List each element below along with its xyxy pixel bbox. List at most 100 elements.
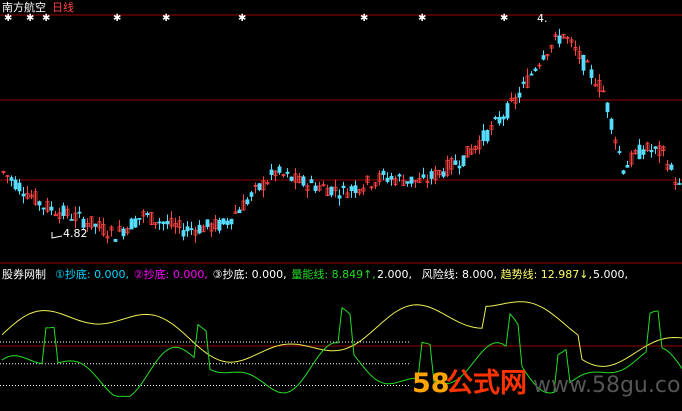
- candle-body: [421, 174, 426, 178]
- candle-body: [229, 218, 234, 225]
- candle-body: [669, 164, 674, 170]
- legend-item: 2.000,: [377, 268, 412, 281]
- legend-item: 风险线: 8.000,: [422, 267, 497, 281]
- candle-body: [69, 218, 74, 221]
- candle-body: [301, 176, 306, 186]
- candle-body: [289, 176, 294, 181]
- candle-body: [621, 170, 626, 174]
- candle-body: [485, 130, 490, 142]
- candle-body: [409, 176, 414, 184]
- candle-body: [137, 217, 142, 220]
- candle-body: [145, 213, 150, 216]
- candle-body: [581, 54, 586, 71]
- legend-item: ③抄底: 0.000,: [213, 267, 287, 281]
- candle-body: [17, 182, 22, 192]
- candle-body: [341, 185, 346, 189]
- candle-body: [605, 102, 610, 113]
- candle-body: [113, 239, 118, 242]
- candle-body: [309, 179, 314, 184]
- indicator-name: 股券网制: [2, 267, 46, 281]
- grid-lines: [0, 14, 682, 347]
- indicator-legend: ①抄底: 0.000, ②抄底: 0.000, ③抄底: 0.000, 量能线: 8.…: [55, 267, 628, 281]
- legend-item: 5.000,: [593, 268, 628, 281]
- candle-body: [221, 218, 226, 225]
- candle-body: [521, 81, 526, 84]
- candle-body: [165, 221, 170, 225]
- candle-body: [617, 151, 622, 153]
- legend-item: ②抄底: 0.000,: [134, 267, 208, 281]
- candle-body: [269, 169, 274, 175]
- signal-mark: ✱: [4, 13, 12, 24]
- candle-body: [453, 160, 458, 165]
- signal-mark: ✱: [238, 13, 246, 24]
- candle-body: [381, 170, 386, 175]
- candle-body: [41, 207, 46, 210]
- candle-body: [501, 116, 506, 120]
- candle-body: [389, 175, 394, 180]
- signal-mark: ✱: [360, 13, 368, 24]
- candle-body: [9, 177, 14, 181]
- candle-body: [385, 177, 390, 182]
- candle-body: [353, 185, 358, 194]
- candle-body: [77, 211, 82, 214]
- legend-item: ①抄底: 0.000,: [55, 267, 129, 281]
- low-price-label: 4.82: [63, 227, 88, 240]
- candle-body: [397, 174, 402, 177]
- watermark-brand: 公式网: [446, 368, 527, 399]
- candle-body: [457, 165, 462, 169]
- candle-body: [641, 149, 646, 155]
- signal-mark: ✱: [26, 13, 34, 24]
- candle-body: [625, 164, 630, 168]
- candle-body: [541, 55, 546, 60]
- watermark-digits: 58: [412, 368, 450, 399]
- candle-body: [529, 73, 534, 76]
- watermark: 58 公式网 www.58gu.com: [412, 368, 682, 399]
- candle-body: [481, 130, 486, 142]
- watermark-url: www.58gu.com: [533, 373, 682, 398]
- period-label: 日线: [52, 0, 74, 14]
- candle-body: [157, 221, 162, 224]
- candle-body: [277, 166, 282, 173]
- signal-mark: ✱: [113, 13, 121, 24]
- candle-body: [185, 226, 190, 232]
- candle-body: [285, 171, 290, 174]
- candle-body: [313, 185, 318, 192]
- candle-body: [245, 199, 250, 205]
- candle-body: [405, 181, 410, 184]
- candle-body: [21, 193, 26, 197]
- candle-body: [441, 171, 446, 177]
- signal-mark: ✱: [418, 13, 426, 24]
- candle-body: [493, 117, 498, 120]
- candle-body: [497, 116, 502, 124]
- candle-body: [257, 183, 262, 191]
- candle-body: [637, 144, 642, 160]
- candle-body: [217, 219, 222, 231]
- candle-body: [61, 205, 66, 216]
- candle-body: [589, 69, 594, 78]
- candle-body: [49, 206, 54, 211]
- stock-chart: ✱ ✱ ✱ ✱ ✱ ✱ ✱ ✱ ✱ 南方航空 日线 4.82 4. 股券网制 ①抄底: 0.00…: [0, 0, 682, 399]
- candle-body: [189, 228, 194, 231]
- candle-body: [609, 118, 614, 130]
- signal-mark: ✱: [500, 13, 508, 24]
- candle-body: [329, 186, 334, 196]
- candle-body: [349, 186, 354, 191]
- candle-body: [129, 218, 134, 230]
- legend-item: 量能线: 8.849↑,: [291, 267, 375, 281]
- candle-body: [181, 230, 186, 237]
- candlestick-series: [1, 28, 682, 244]
- candle-body: [461, 155, 466, 166]
- candle-body: [133, 218, 138, 228]
- candle-body: [557, 35, 562, 44]
- candle-body: [517, 92, 522, 98]
- candle-body: [429, 171, 434, 179]
- candle-body: [505, 103, 510, 119]
- stock-name: 南方航空: [2, 0, 46, 14]
- candle-body: [249, 192, 254, 197]
- signal-mark: ✱: [42, 13, 50, 24]
- candle-body: [225, 220, 230, 225]
- legend-item: 趋势线: 12.987↓,: [501, 267, 592, 281]
- candle-body: [121, 228, 126, 237]
- candle-body: [93, 223, 98, 227]
- candle-body: [205, 219, 210, 227]
